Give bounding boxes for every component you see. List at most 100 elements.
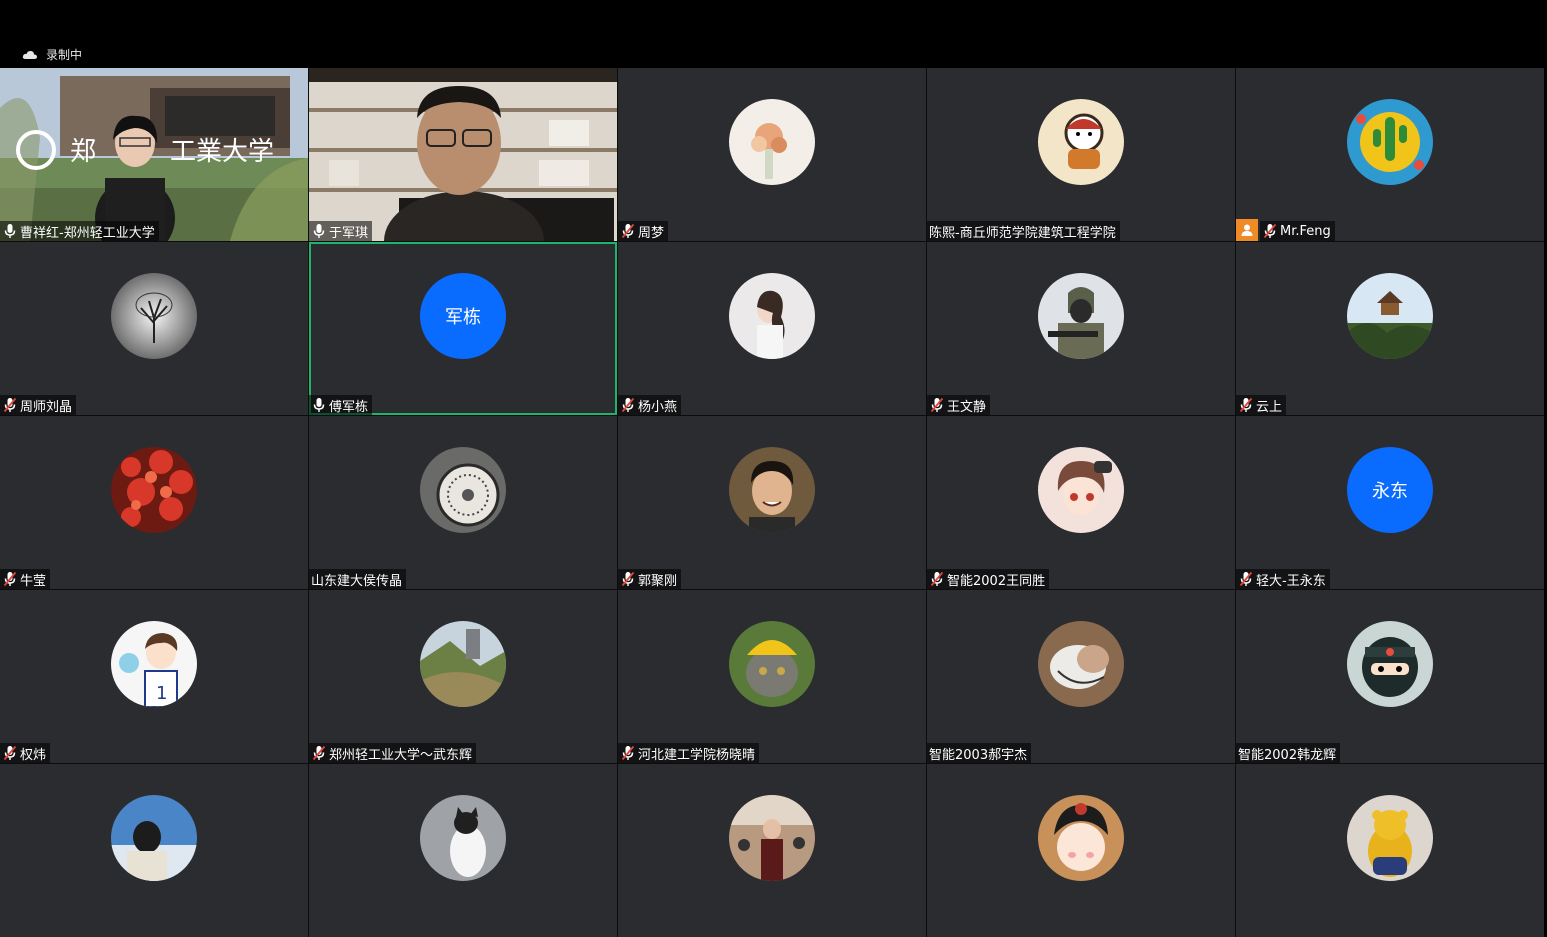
participant-tile[interactable]: 牛莹	[0, 416, 308, 589]
cartoon-avatar	[1038, 99, 1124, 185]
dial-avatar	[420, 447, 506, 533]
participant-name: 傅军栋	[329, 399, 369, 415]
recording-indicator[interactable]: 录制中	[22, 46, 82, 63]
participant-tile[interactable]: 永东轻大-王永东	[1236, 416, 1544, 589]
participant-tile[interactable]	[618, 764, 926, 937]
participant-name-label: 智能2002韩龙辉	[1236, 743, 1341, 763]
participant-name-label: 王文静	[927, 395, 991, 415]
participant-name: 杨小燕	[638, 399, 678, 415]
participant-tile[interactable]: 智能2003郝宇杰	[927, 590, 1235, 763]
participant-tile[interactable]: 智能2002王同胜	[927, 416, 1235, 589]
participant-name-label: 河北建工学院杨晓晴	[618, 743, 760, 763]
participant-tile[interactable]: 云上	[1236, 242, 1544, 415]
mic-muted-icon	[621, 223, 635, 239]
participant-tile[interactable]	[927, 764, 1235, 937]
participant-tile[interactable]: 1 权炜	[0, 590, 308, 763]
participant-name: 牛莹	[20, 573, 47, 589]
cat-hat-avatar	[729, 621, 815, 707]
participant-grid: 郑 工業大学 曹祥红-郑州轻工业大学 于军琪 周梦 陈熙-商丘师范学院建筑工程学院 M…	[0, 68, 1544, 937]
participant-tile[interactable]	[1236, 764, 1544, 937]
svg-text:工業大学: 工業大学	[170, 137, 274, 167]
mic-muted-icon	[312, 745, 326, 761]
participant-tile[interactable]: 陈熙-商丘师范学院建筑工程学院	[927, 68, 1235, 241]
participant-name: 周梦	[638, 225, 665, 241]
mic-muted-icon	[930, 571, 944, 587]
participant-name: 山东建大侯传晶	[311, 573, 403, 589]
participant-tile[interactable]: 周梦	[618, 68, 926, 241]
cloud-icon	[22, 50, 38, 60]
mic-muted-icon	[3, 397, 17, 413]
recording-label: 录制中	[46, 48, 83, 62]
street-woman-avatar	[729, 795, 815, 881]
mic-muted-icon	[930, 397, 944, 413]
participant-tile[interactable]: 王文静	[927, 242, 1235, 415]
participant-name: 周师刘晶	[20, 399, 73, 415]
initials-avatar: 永东	[1347, 447, 1433, 533]
mic-muted-icon	[3, 745, 17, 761]
flowers-avatar	[729, 99, 815, 185]
sky-person-avatar	[111, 795, 197, 881]
participant-name-label: 轻大-王永东	[1236, 569, 1330, 589]
participant-video	[309, 68, 617, 241]
anime-girl-avatar	[1038, 447, 1124, 533]
participant-tile[interactable]: 杨小燕	[618, 242, 926, 415]
participant-tile[interactable]: 郑 工業大学 曹祥红-郑州轻工业大学	[0, 68, 308, 241]
participant-name-label: 周梦	[618, 221, 669, 241]
sleeping-cat-avatar	[1038, 621, 1124, 707]
participant-name-label: 周师刘晶	[0, 395, 77, 415]
participant-name-label: 云上	[1236, 395, 1287, 415]
participant-name: 郭聚刚	[638, 573, 678, 589]
participant-tile[interactable]: 郑州轻工业大学～武东辉	[309, 590, 617, 763]
participant-name: 智能2003郝宇杰	[929, 747, 1028, 763]
participant-name: 郑州轻工业大学～武东辉	[329, 747, 473, 763]
bear-toy-avatar	[1347, 795, 1433, 881]
participant-name-label: 陈熙-商丘师范学院建筑工程学院	[927, 221, 1120, 241]
participant-tile[interactable]: 河北建工学院杨晓晴	[618, 590, 926, 763]
chibi-girl-avatar	[1038, 795, 1124, 881]
participant-tile[interactable]: 于军琪	[309, 68, 617, 241]
participant-name: 河北建工学院杨晓晴	[638, 747, 756, 763]
red-leaves-avatar	[111, 447, 197, 533]
host-badge-icon	[1236, 219, 1258, 241]
svg-text:郑: 郑	[70, 137, 96, 167]
ninja-avatar	[1347, 621, 1433, 707]
mic-muted-icon	[621, 397, 635, 413]
participant-name-label: 权炜	[0, 743, 51, 763]
participant-name-label: Mr.Feng	[1260, 221, 1335, 241]
participant-name: 智能2002王同胜	[947, 573, 1046, 589]
participant-name: Mr.Feng	[1280, 223, 1331, 239]
mic-on-icon	[312, 223, 326, 239]
participant-tile[interactable]	[309, 764, 617, 937]
participant-name-label: 于军琪	[309, 221, 373, 241]
mic-muted-icon	[1239, 397, 1253, 413]
participant-tile[interactable]: 智能2002韩龙辉	[1236, 590, 1544, 763]
participant-name: 云上	[1256, 399, 1283, 415]
smiling-man-avatar	[729, 447, 815, 533]
pavilion-avatar	[1347, 273, 1433, 359]
participant-name-label: 郑州轻工业大学～武东辉	[309, 743, 477, 763]
participant-tile[interactable]: Mr.Feng	[1236, 68, 1544, 241]
participant-video: 郑 工業大学	[0, 68, 308, 241]
participant-tile[interactable]: 郭聚刚	[618, 416, 926, 589]
mic-on-icon	[312, 397, 326, 413]
participant-tile[interactable]: 山东建大侯传晶	[309, 416, 617, 589]
participant-tile[interactable]	[0, 764, 308, 937]
mic-muted-icon	[1239, 571, 1253, 587]
participant-name: 智能2002韩龙辉	[1238, 747, 1337, 763]
participant-tile[interactable]: 军栋 傅军栋	[309, 242, 617, 415]
tree-avatar	[111, 273, 197, 359]
mic-muted-icon	[621, 571, 635, 587]
participant-name-label: 山东建大侯传晶	[309, 569, 407, 589]
participant-name-label: 郭聚刚	[618, 569, 682, 589]
participant-name: 于军琪	[329, 225, 369, 241]
svg-text:1: 1	[156, 683, 167, 704]
mic-muted-icon	[1263, 223, 1277, 239]
soldier-avatar	[1038, 273, 1124, 359]
participant-name: 陈熙-商丘师范学院建筑工程学院	[929, 225, 1116, 241]
girl-avatar	[729, 273, 815, 359]
participant-name: 曹祥红-郑州轻工业大学	[20, 225, 155, 241]
participant-name-label: 傅军栋	[309, 395, 373, 415]
participant-name: 轻大-王永东	[1256, 573, 1326, 589]
participant-tile[interactable]: 周师刘晶	[0, 242, 308, 415]
mic-on-icon	[3, 223, 17, 239]
